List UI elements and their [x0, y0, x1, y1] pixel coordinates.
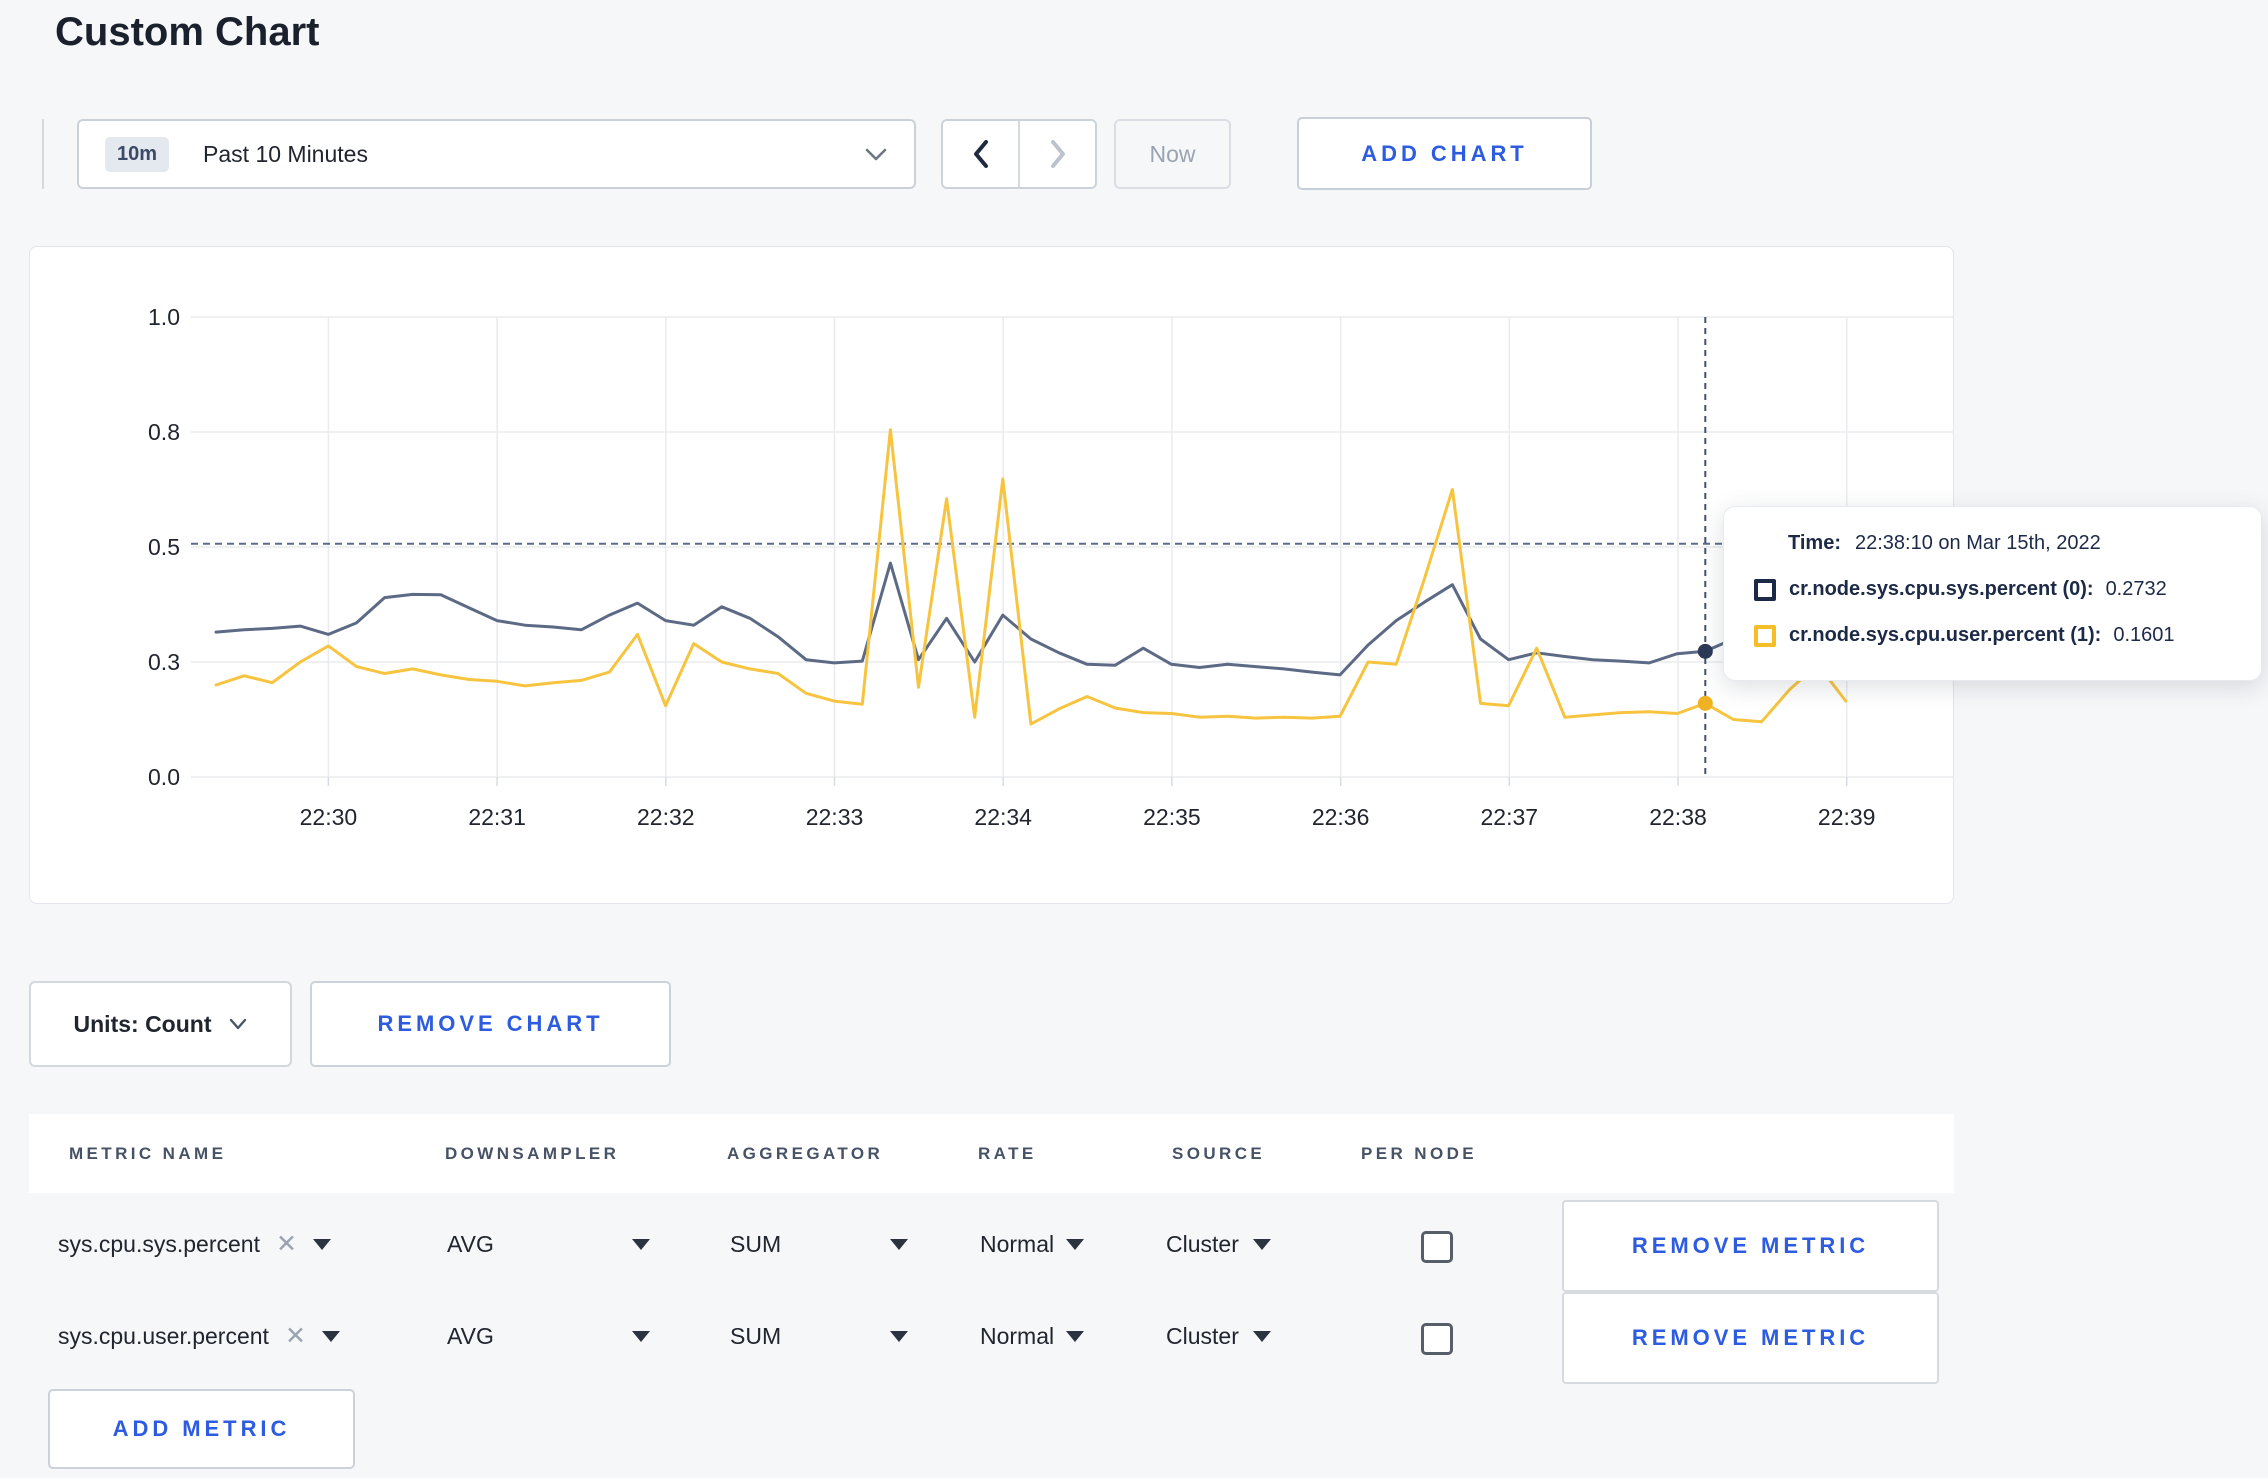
tooltip-time-label: Time:	[1788, 532, 1841, 554]
y-axis-tick-label: 0.0	[148, 764, 180, 790]
metrics-table-header: METRIC NAME DOWNSAMPLER AGGREGATOR RATE SOUR…	[29, 1114, 1954, 1193]
series-swatch-icon	[1754, 578, 1776, 601]
column-header-downsampler: DOWNSAMPLER	[445, 1143, 620, 1163]
x-axis-tick-label: 22:37	[1481, 804, 1539, 830]
x-axis-tick-label: 22:36	[1312, 804, 1370, 830]
tooltip-series-label: cr.node.sys.cpu.sys.percent (0):	[1789, 578, 2094, 600]
metric-name-value: sys.cpu.user.percent	[58, 1322, 269, 1349]
tooltip-series-label: cr.node.sys.cpu.user.percent (1):	[1789, 624, 2102, 646]
add-metric-button[interactable]: ADD METRIC	[48, 1389, 355, 1469]
time-range-dropdown[interactable]: 10m Past 10 Minutes	[77, 119, 916, 189]
toolbar-divider	[42, 119, 44, 189]
rate-value: Normal	[980, 1322, 1055, 1349]
chevron-right-icon	[1048, 139, 1068, 169]
remove-chart-button[interactable]: REMOVE CHART	[310, 981, 671, 1067]
metric-table-row: sys.cpu.user.percent ✕ AVG SUM Normal Cluster…	[0, 1292, 2268, 1384]
downsampler-value: AVG	[447, 1322, 494, 1349]
caret-down-icon	[312, 1238, 331, 1250]
caret-down-icon	[321, 1330, 340, 1342]
chevron-left-icon	[971, 139, 991, 169]
chart-card: 0.0 0.3 0.5 0.8 1.0 22:30 22:31 22:32 22:33 22:34…	[29, 246, 1954, 904]
now-button[interactable]: Now	[1114, 119, 1231, 189]
units-label: Units: Count	[73, 1010, 212, 1037]
metric-name-select[interactable]: sys.cpu.sys.percent ✕	[58, 1200, 430, 1288]
time-range-label: Past 10 Minutes	[203, 140, 368, 167]
custom-chart-page: Custom Chart 10m Past 10 Minutes Now ADD…	[0, 0, 2268, 1478]
y-axis-tick-label: 1.0	[148, 304, 180, 330]
clear-metric-icon[interactable]: ✕	[276, 1231, 297, 1257]
source-select[interactable]: Cluster	[1166, 1200, 1271, 1288]
next-time-button[interactable]	[1018, 121, 1095, 187]
time-range-badge: 10m	[105, 136, 170, 172]
remove-metric-button[interactable]: REMOVE METRIC	[1562, 1292, 1939, 1384]
per-node-checkbox[interactable]	[1421, 1323, 1453, 1355]
y-axis-tick-label: 0.3	[148, 649, 180, 675]
tooltip-series-row: cr.node.sys.cpu.sys.percent (0): 0.2732	[1754, 578, 2261, 601]
tooltip-time-value: 22:38:10 on Mar 15th, 2022	[1854, 532, 2101, 554]
tooltip-series-value: 0.2732	[2105, 578, 2167, 600]
caret-down-icon	[1066, 1238, 1085, 1250]
source-value: Cluster	[1166, 1322, 1239, 1349]
caret-down-icon	[1252, 1238, 1271, 1250]
chart-tooltip: Time: 22:38:10 on Mar 15th, 2022 cr.node…	[1723, 506, 2262, 681]
metric-name-value: sys.cpu.sys.percent	[58, 1230, 260, 1257]
tooltip-series-value: 0.1601	[2113, 624, 2175, 646]
hover-point-marker	[1697, 643, 1713, 659]
source-select[interactable]: Cluster	[1166, 1292, 1271, 1380]
downsampler-select[interactable]: AVG	[447, 1200, 650, 1288]
metric-name-select[interactable]: sys.cpu.user.percent ✕	[58, 1292, 430, 1380]
metric-table-row: sys.cpu.sys.percent ✕ AVG SUM Normal Cluster R…	[0, 1200, 2268, 1292]
rate-value: Normal	[980, 1230, 1055, 1257]
prev-time-button[interactable]	[943, 121, 1018, 187]
aggregator-select[interactable]: SUM	[730, 1200, 908, 1288]
remove-metric-label: REMOVE METRIC	[1631, 1325, 1870, 1350]
caret-down-icon	[1066, 1330, 1085, 1342]
chevron-down-icon	[229, 1018, 247, 1030]
series-line	[214, 428, 1848, 726]
downsampler-value: AVG	[447, 1230, 494, 1257]
column-header-rate: RATE	[978, 1143, 1037, 1163]
x-axis-tick-label: 22:32	[637, 804, 695, 830]
per-node-checkbox[interactable]	[1421, 1231, 1453, 1263]
x-axis-tick-label: 22:31	[468, 804, 526, 830]
column-header-per-node: PER NODE	[1361, 1143, 1477, 1163]
add-chart-button[interactable]: ADD CHART	[1297, 117, 1592, 190]
caret-down-icon	[1252, 1330, 1271, 1342]
x-axis-tick-label: 22:30	[300, 804, 358, 830]
aggregator-value: SUM	[730, 1230, 782, 1257]
units-dropdown[interactable]: Units: Count	[29, 981, 292, 1067]
time-series-chart[interactable]: 0.0 0.3 0.5 0.8 1.0 22:30 22:31 22:32 22:33 22:34…	[30, 247, 1955, 905]
downsampler-select[interactable]: AVG	[447, 1292, 650, 1380]
caret-down-icon	[890, 1238, 908, 1250]
column-header-aggregator: AGGREGATOR	[727, 1143, 884, 1163]
x-axis-tick-label: 22:34	[974, 804, 1032, 830]
remove-metric-label: REMOVE METRIC	[1631, 1233, 1870, 1258]
column-header-source: SOURCE	[1172, 1143, 1266, 1163]
rate-select[interactable]: Normal	[980, 1292, 1085, 1380]
x-axis-tick-label: 22:35	[1143, 804, 1201, 830]
series-swatch-icon	[1754, 624, 1776, 647]
hover-point-marker	[1697, 695, 1713, 711]
y-axis-tick-label: 0.5	[148, 534, 180, 560]
page-title: Custom Chart	[55, 10, 320, 54]
chevron-down-icon	[864, 146, 888, 162]
caret-down-icon	[632, 1330, 650, 1342]
rate-select[interactable]: Normal	[980, 1200, 1085, 1288]
x-axis-tick-label: 22:38	[1649, 804, 1707, 830]
y-axis-tick-label: 0.8	[148, 419, 180, 445]
caret-down-icon	[632, 1238, 650, 1250]
tooltip-time-row: Time: 22:38:10 on Mar 15th, 2022	[1788, 532, 2261, 555]
column-header-metric-name: METRIC NAME	[69, 1143, 227, 1163]
clear-metric-icon[interactable]: ✕	[285, 1323, 306, 1349]
x-axis-tick-label: 22:39	[1818, 804, 1876, 830]
aggregator-select[interactable]: SUM	[730, 1292, 908, 1380]
caret-down-icon	[890, 1330, 908, 1342]
aggregator-value: SUM	[730, 1322, 782, 1349]
series-line	[214, 561, 1848, 677]
tooltip-series-row: cr.node.sys.cpu.user.percent (1): 0.1601	[1754, 624, 2261, 647]
remove-metric-button[interactable]: REMOVE METRIC	[1562, 1200, 1939, 1292]
time-nav-group	[941, 119, 1097, 189]
x-axis-tick-label: 22:33	[806, 804, 864, 830]
source-value: Cluster	[1166, 1230, 1239, 1257]
